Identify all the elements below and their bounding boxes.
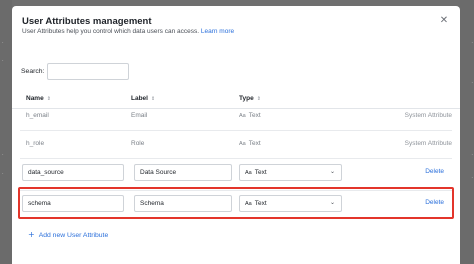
attribute-name: h_role xyxy=(26,140,45,147)
delete-button[interactable]: Delete xyxy=(425,168,444,175)
header-label-label: Label xyxy=(131,95,148,102)
attribute-label: Email xyxy=(131,112,148,119)
attribute-type: Aa Text xyxy=(239,140,261,147)
add-user-attribute-button[interactable]: + Add new User Attribute xyxy=(28,230,108,239)
subtitle-text: User Attributes help you control which d… xyxy=(22,28,200,35)
attribute-name: h_email xyxy=(26,112,49,119)
learn-more-link[interactable]: Learn more xyxy=(201,28,234,35)
system-attribute-badge: System Attribute xyxy=(404,140,452,147)
attribute-name-input[interactable]: data_source xyxy=(22,164,124,181)
text-type-icon: Aa xyxy=(239,113,246,119)
backdrop-left: · · · · xyxy=(0,0,12,264)
plus-icon: + xyxy=(28,230,35,239)
backdrop-text: · xyxy=(2,152,4,158)
type-label: Text xyxy=(248,112,261,119)
backdrop-text: · xyxy=(2,171,4,177)
backdrop-text: · xyxy=(471,40,473,46)
dialog-title: User Attributes management xyxy=(22,16,152,27)
system-attribute-badge: System Attribute xyxy=(404,112,452,119)
sort-icon: ⇕ xyxy=(256,96,261,102)
table-row: h_email Email Aa Text System Attribute xyxy=(20,103,452,131)
search-input[interactable] xyxy=(47,63,129,80)
user-attributes-dialog: ✕ User Attributes management User Attrib… xyxy=(12,6,460,264)
type-label: Text xyxy=(248,140,261,147)
attribute-type: Aa Text xyxy=(239,112,261,119)
header-name-label: Name xyxy=(26,95,44,102)
attribute-type-select[interactable]: Aa Text ⌄ xyxy=(239,164,342,181)
attribute-label-input[interactable]: Data Source xyxy=(134,164,232,181)
table-row: h_role Role Aa Text System Attribute xyxy=(20,131,452,159)
header-label[interactable]: Label ⇕ xyxy=(131,95,155,102)
attribute-label: Role xyxy=(131,140,145,147)
backdrop-right: · · · · xyxy=(460,0,474,264)
header-type-label: Type xyxy=(239,95,254,102)
text-type-icon: Aa xyxy=(239,141,246,147)
text-type-icon: Aa xyxy=(245,170,252,176)
backdrop-text: · xyxy=(471,175,473,181)
backdrop-text: · xyxy=(2,58,4,64)
backdrop-text: · xyxy=(2,40,4,46)
add-button-label: Add new User Attribute xyxy=(38,232,109,239)
search-label: Search: xyxy=(21,68,45,75)
backdrop-text: · xyxy=(471,80,473,86)
sort-icon: ⇕ xyxy=(150,96,156,102)
type-label: Text xyxy=(254,169,267,176)
header-name[interactable]: Name ⇕ xyxy=(26,95,51,102)
dialog-subtitle: User Attributes help you control which d… xyxy=(22,28,234,35)
sort-icon: ⇕ xyxy=(46,96,51,102)
chevron-down-icon: ⌄ xyxy=(329,168,335,175)
highlight-box xyxy=(18,187,454,219)
backdrop-text: · xyxy=(471,152,473,158)
header-type[interactable]: Type ⇕ xyxy=(239,95,261,102)
close-icon[interactable]: ✕ xyxy=(438,15,450,27)
